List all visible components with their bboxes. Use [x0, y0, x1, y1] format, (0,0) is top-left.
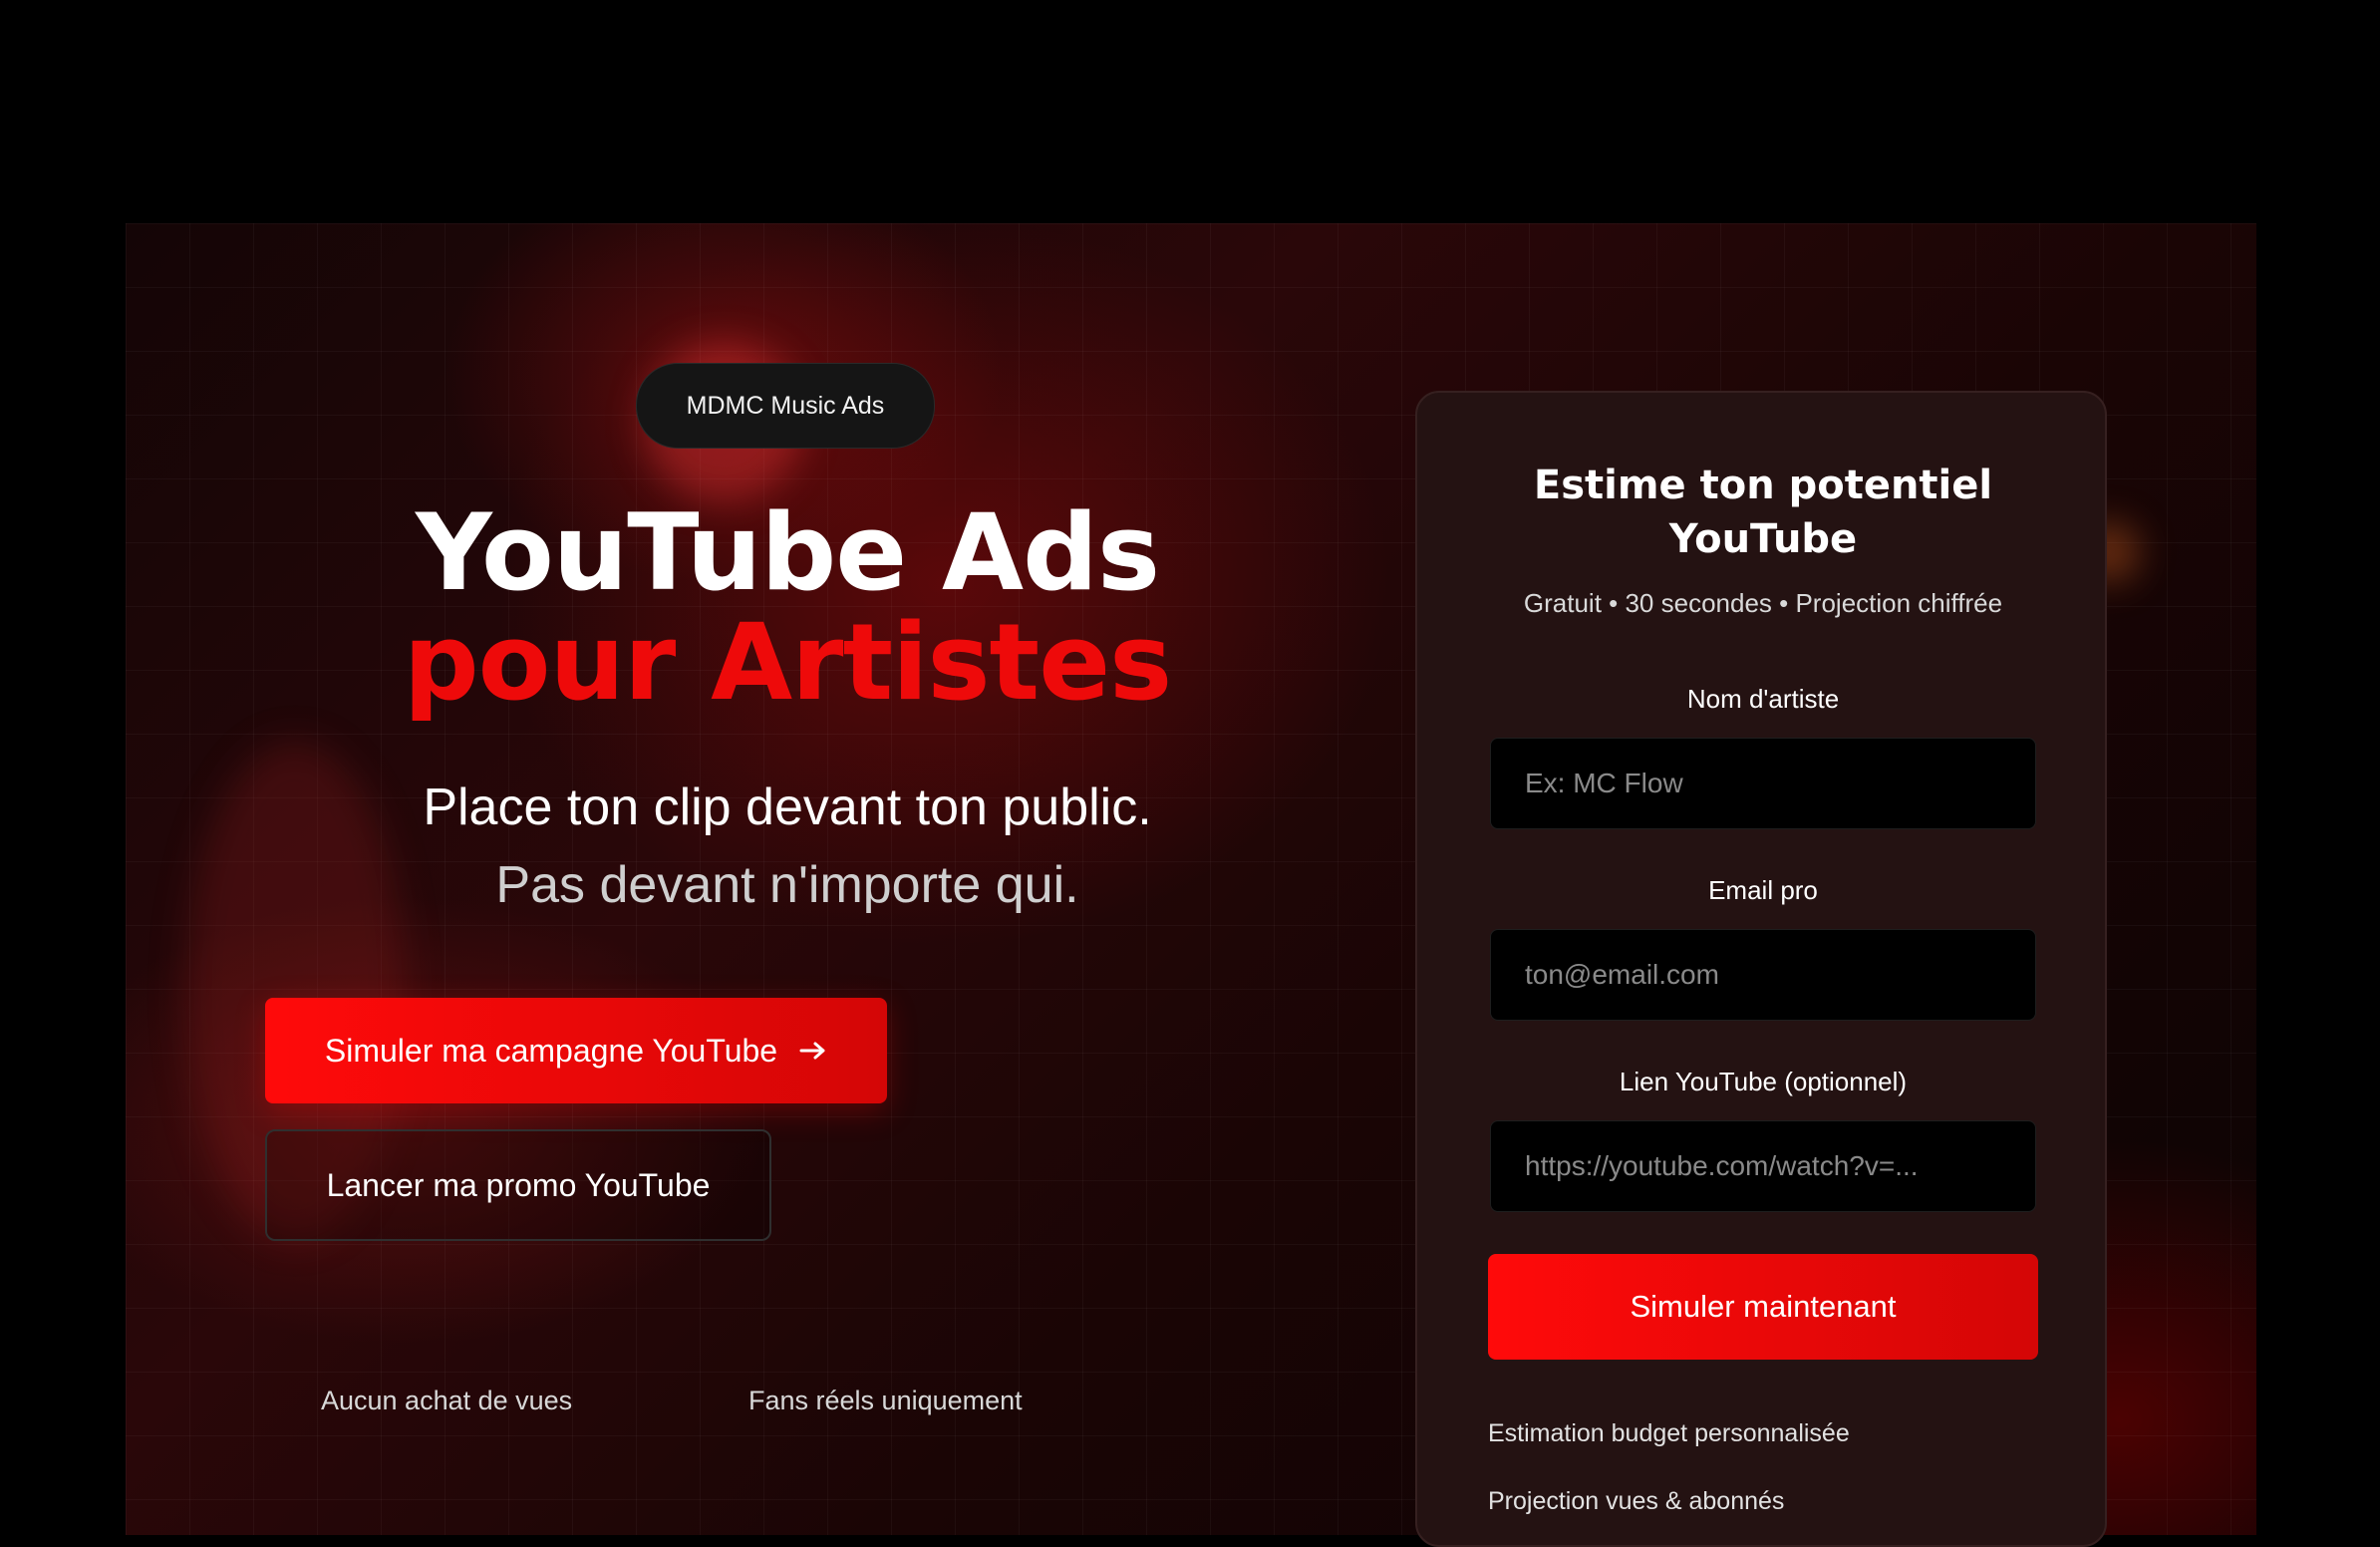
artist-name-label: Nom d'artiste — [1686, 684, 1840, 714]
form-title-line1: Estime ton potentiel — [1533, 463, 1993, 508]
email-label: Email pro — [1708, 875, 1818, 905]
arrow-right-icon — [799, 1042, 825, 1060]
hero-title-line2: pour Artistes — [403, 601, 1172, 724]
hero-title-line1: YouTube Ads — [415, 491, 1160, 614]
youtube-link-placeholder: https://youtube.com/watch?v=... — [1525, 1150, 1919, 1181]
brand-badge: MDMC Music Ads — [636, 363, 935, 449]
simulate-campaign-label: Simuler ma campagne YouTube — [324, 1032, 778, 1069]
simulate-now-label: Simuler maintenant — [1630, 1289, 1897, 1324]
simulation-form-card: Estime ton potentiel YouTube Gratuit • 3… — [1415, 391, 2107, 1547]
youtube-link-input[interactable]: https://youtube.com/watch?v=... — [1490, 1120, 2036, 1212]
simulate-campaign-button[interactable]: Simuler ma campagne YouTube — [265, 998, 887, 1103]
launch-promo-button[interactable]: Lancer ma promo YouTube — [265, 1129, 771, 1241]
trust-item-real-fans: Fans réels uniquement — [748, 1386, 1023, 1415]
launch-promo-label: Lancer ma promo YouTube — [326, 1166, 711, 1203]
trust-item-no-fake-views: Aucun achat de vues — [321, 1386, 573, 1415]
form-title-line2: YouTube — [1668, 516, 1858, 562]
hero-subtitle-line2: Pas devant n'importe qui. — [495, 856, 1079, 914]
hero-subtitle-line1: Place ton clip devant ton public. — [423, 778, 1152, 836]
form-title: Estime ton potentiel YouTube — [1417, 459, 2109, 566]
artist-name-input[interactable]: Ex: MC Flow — [1490, 738, 2036, 829]
email-input[interactable]: ton@email.com — [1490, 929, 2036, 1021]
form-subtitle: Gratuit • 30 secondes • Projection chiff… — [1523, 588, 2003, 618]
artist-name-placeholder: Ex: MC Flow — [1525, 768, 1683, 798]
simulate-now-button[interactable]: Simuler maintenant — [1488, 1254, 2038, 1360]
feature-budget-estimate: Estimation budget personnalisée — [1488, 1419, 1850, 1447]
email-placeholder: ton@email.com — [1525, 959, 1719, 990]
youtube-link-label: Lien YouTube (optionnel) — [1619, 1067, 1908, 1096]
feature-views-projection: Projection vues & abonnés — [1488, 1487, 1785, 1515]
